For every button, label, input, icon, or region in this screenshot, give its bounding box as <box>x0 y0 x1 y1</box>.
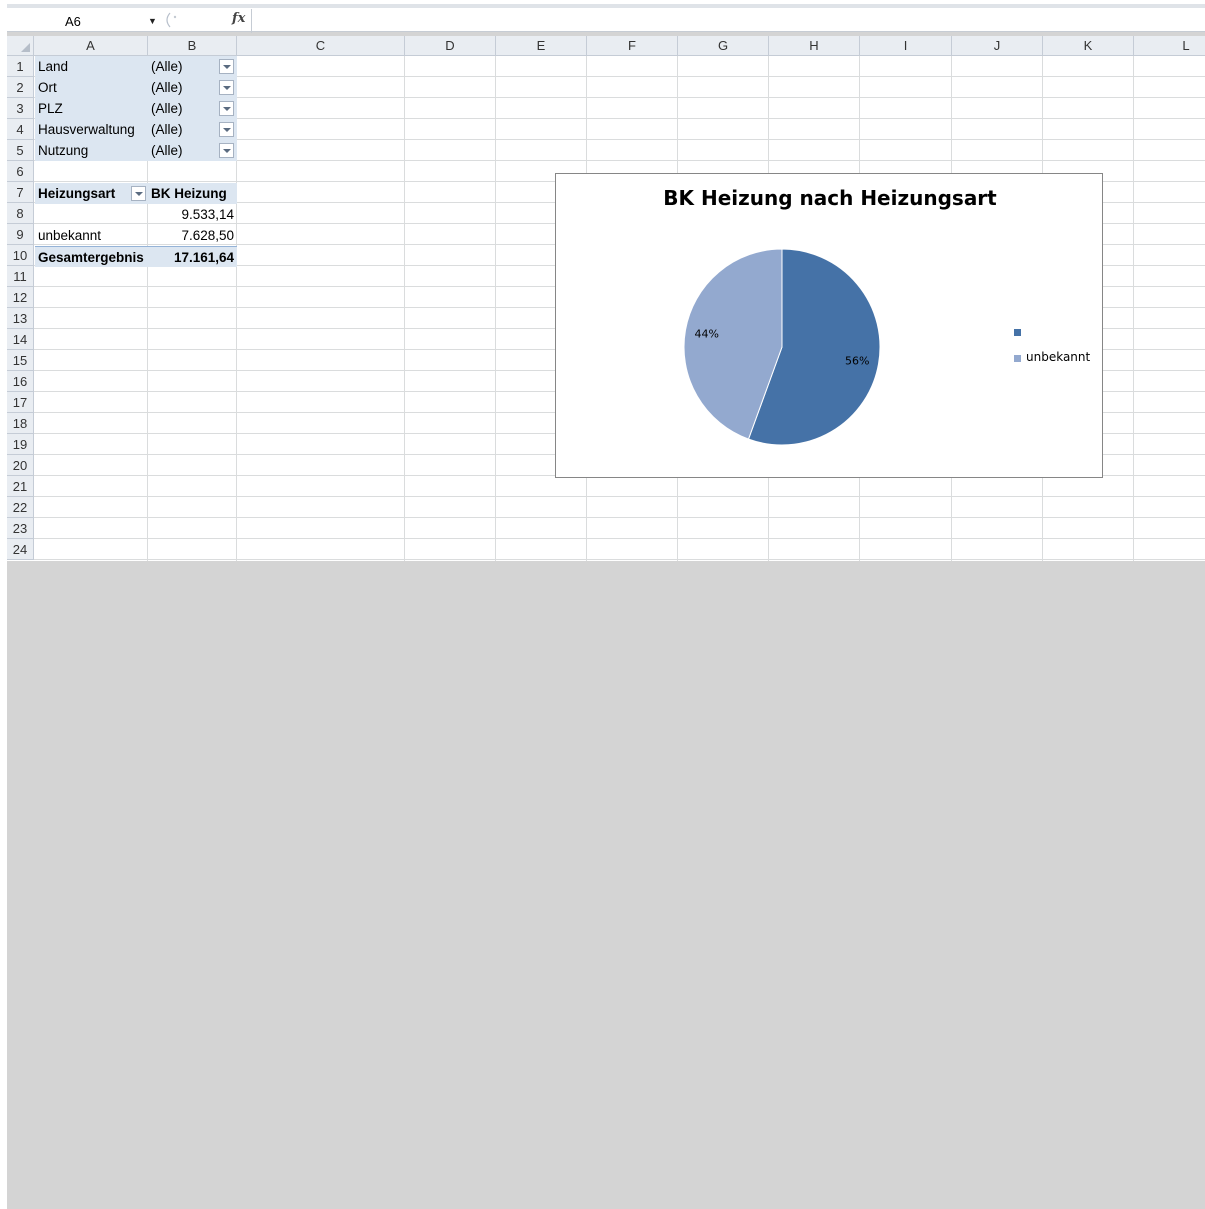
row-header-17[interactable]: 17 <box>7 392 34 413</box>
filter-dropdown-button[interactable] <box>219 122 234 137</box>
insert-function-icon[interactable]: fx <box>232 11 245 26</box>
column-header-c[interactable]: C <box>237 36 405 56</box>
filter-dropdown-button[interactable] <box>219 59 234 74</box>
formula-bar: A6 ▼ fx <box>7 4 1205 33</box>
gridline-vertical <box>404 56 405 561</box>
pivot-total-label[interactable]: Gesamtergebnis <box>35 246 148 267</box>
row-header-8[interactable]: 8 <box>7 203 34 224</box>
name-box[interactable]: A6 ▼ <box>7 12 157 32</box>
gridline-horizontal <box>34 517 1205 518</box>
column-header-e[interactable]: E <box>496 36 587 56</box>
select-all-button[interactable] <box>7 36 34 56</box>
heizungsart-filter-button[interactable] <box>131 186 146 201</box>
column-header-h[interactable]: H <box>769 36 860 56</box>
row-header-10[interactable]: 10 <box>7 245 34 266</box>
row-header-13[interactable]: 13 <box>7 308 34 329</box>
filter-field-label: Nutzung <box>35 140 148 161</box>
row-header-24[interactable]: 24 <box>7 539 34 560</box>
legend-label: unbekannt <box>1026 350 1091 364</box>
filter-field-label: Ort <box>35 77 148 98</box>
column-header-l[interactable]: L <box>1134 36 1205 56</box>
filter-field-label: Hausverwaltung <box>35 119 148 140</box>
row-header-18[interactable]: 18 <box>7 413 34 434</box>
excel-window: A6 ▼ fx ABCDEFGHIJKL 1 2 3 4 5 6 7 8 9 10 11 12 13 14… <box>7 4 1205 1209</box>
column-header-k[interactable]: K <box>1043 36 1134 56</box>
gridline-horizontal <box>34 538 1205 539</box>
row-header-11[interactable]: 11 <box>7 266 34 287</box>
row-header-9[interactable]: 9 <box>7 224 34 245</box>
gridline-vertical <box>495 56 496 561</box>
row-header-6[interactable]: 6 <box>7 161 34 182</box>
gridline-horizontal <box>34 496 1205 497</box>
filter-dropdown-button[interactable] <box>219 143 234 158</box>
filter-field-label: PLZ <box>35 98 148 119</box>
pie-data-label: 56% <box>845 354 869 367</box>
pivot-value-header: BK Heizung <box>148 183 237 204</box>
column-header-b[interactable]: B <box>148 36 237 56</box>
column-header-j[interactable]: J <box>952 36 1043 56</box>
row-header-4[interactable]: 4 <box>7 119 34 140</box>
chevron-down-icon[interactable]: ▼ <box>148 16 157 26</box>
row-header-14[interactable]: 14 <box>7 329 34 350</box>
legend-swatch <box>1014 329 1021 336</box>
filter-field-label: Land <box>35 56 148 77</box>
row-header-5[interactable]: 5 <box>7 140 34 161</box>
row-header-15[interactable]: 15 <box>7 350 34 371</box>
pie-data-label: 44% <box>694 328 718 341</box>
row-header-22[interactable]: 22 <box>7 497 34 518</box>
gridline-vertical <box>1133 56 1134 561</box>
row-header-21[interactable]: 21 <box>7 476 34 497</box>
row-header-23[interactable]: 23 <box>7 518 34 539</box>
pie-chart[interactable]: BK Heizung nach Heizungsart 56% 44% unbek… <box>555 173 1103 478</box>
pivot-row-label[interactable]: unbekannt <box>35 225 148 246</box>
row-header-3[interactable]: 3 <box>7 98 34 119</box>
pie-plot-area: 56% 44% <box>683 248 881 446</box>
legend-swatch <box>1014 355 1021 362</box>
row-header-1[interactable]: 1 <box>7 56 34 77</box>
row-header-2[interactable]: 2 <box>7 77 34 98</box>
row-header-7[interactable]: 7 <box>7 182 34 203</box>
pivot-total-value[interactable]: 17.161,64 <box>148 246 237 267</box>
filter-dropdown-button[interactable] <box>219 80 234 95</box>
gridline-horizontal <box>34 559 1205 560</box>
pivot-row-value[interactable]: 9.533,14 <box>148 204 237 225</box>
formula-bar-divider <box>251 9 252 33</box>
row-header-20[interactable]: 20 <box>7 455 34 476</box>
column-header-d[interactable]: D <box>405 36 496 56</box>
column-header-f[interactable]: F <box>587 36 678 56</box>
row-header-19[interactable]: 19 <box>7 434 34 455</box>
filter-dropdown-button[interactable] <box>219 101 234 116</box>
column-header-g[interactable]: G <box>678 36 769 56</box>
worksheet-grid[interactable]: ABCDEFGHIJKL 1 2 3 4 5 6 7 8 9 10 11 12 13 14 15 16 17 18… <box>7 36 1205 561</box>
column-header-a[interactable]: A <box>34 36 148 56</box>
name-box-value: A6 <box>65 14 81 29</box>
formula-input[interactable] <box>253 10 1203 32</box>
pivot-row-label[interactable] <box>35 204 148 225</box>
row-header-12[interactable]: 12 <box>7 287 34 308</box>
formula-expand-icon[interactable] <box>162 11 180 29</box>
pivot-row-value[interactable]: 7.628,50 <box>148 225 237 246</box>
select-all-icon <box>21 43 30 52</box>
row-header-16[interactable]: 16 <box>7 371 34 392</box>
column-header-i[interactable]: I <box>860 36 952 56</box>
